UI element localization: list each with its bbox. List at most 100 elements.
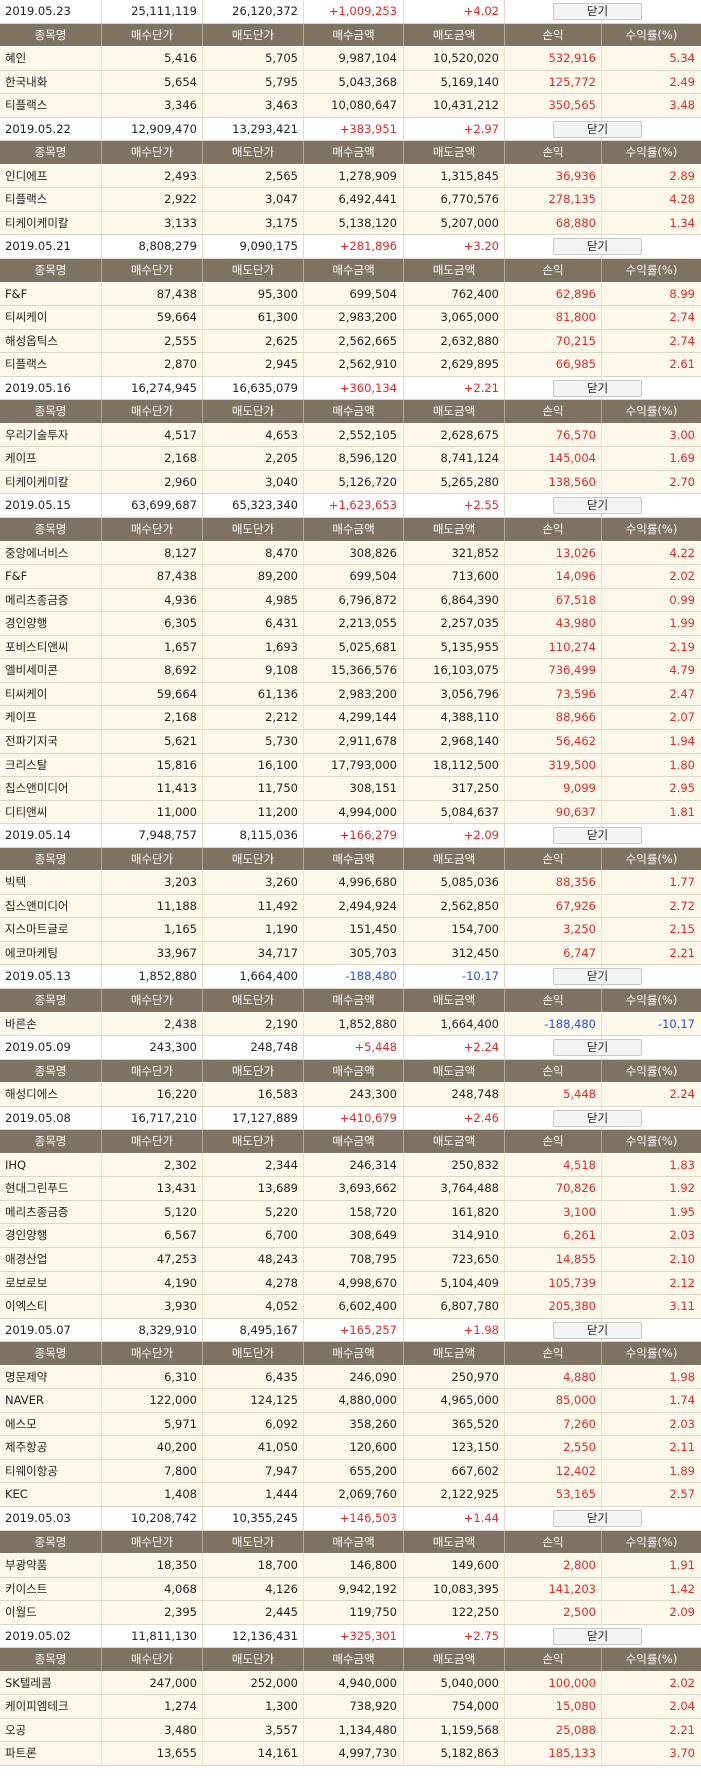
buy-price: 2,438 bbox=[102, 1012, 203, 1036]
close-button[interactable]: 닫기 bbox=[553, 238, 642, 256]
return-rate: 2.10 bbox=[669, 1251, 695, 1266]
stock-name: 혜인 bbox=[0, 47, 102, 70]
sell-amount: 2,562,850 bbox=[404, 894, 505, 918]
close-button[interactable]: 닫기 bbox=[553, 1321, 642, 1339]
stock-name: 티플랙스 bbox=[0, 94, 102, 117]
buy-amount: 2,983,200 bbox=[304, 306, 404, 329]
day-buy-total: 12,909,470 bbox=[102, 117, 203, 141]
buy-price: 1,657 bbox=[102, 635, 203, 659]
close-button[interactable]: 닫기 bbox=[553, 379, 642, 397]
day-buy-total: 16,274,945 bbox=[102, 376, 203, 400]
return-rate: 2.95 bbox=[669, 781, 695, 796]
sell-price: 11,200 bbox=[203, 800, 304, 824]
buy-price: 18,350 bbox=[102, 1554, 203, 1577]
close-button[interactable]: 닫기 bbox=[553, 1039, 642, 1057]
trade-date: 2019.05.22 bbox=[0, 117, 102, 141]
column-header-buy-amount: 매수금액 bbox=[304, 23, 404, 47]
column-header-stock-name: 종목명 bbox=[0, 23, 102, 47]
buy-amount: 4,299,144 bbox=[304, 706, 404, 729]
sell-price: 3,557 bbox=[203, 1718, 304, 1742]
column-header-profit-loss: 손익 bbox=[505, 988, 602, 1012]
close-button[interactable]: 닫기 bbox=[553, 1510, 642, 1527]
sell-amount: 5,084,637 bbox=[404, 800, 505, 824]
close-button[interactable]: 닫기 bbox=[553, 120, 642, 138]
close-button[interactable]: 닫기 bbox=[553, 3, 642, 20]
buy-price: 5,416 bbox=[102, 47, 203, 70]
buy-amount: 2,983,200 bbox=[304, 682, 404, 706]
day-sell-total: 10,355,245 bbox=[203, 1507, 304, 1530]
profit-loss: 66,985 bbox=[505, 353, 602, 376]
column-header-sell-amount: 매도금액 bbox=[404, 1059, 505, 1083]
profit-loss: 141,203 bbox=[505, 1577, 602, 1601]
column-header-buy-price: 매수단가 bbox=[102, 23, 203, 47]
sell-price: 2,212 bbox=[203, 706, 304, 729]
day-profit-loss: +410,679 bbox=[304, 1106, 404, 1130]
buy-price: 2,395 bbox=[102, 1601, 203, 1624]
trade-row: 해성디에스 16,220 16,583 243,300 248,748 5,448 2.24 bbox=[0, 1083, 701, 1107]
stock-name: 제주항공 bbox=[0, 1436, 102, 1459]
stock-name: 이엑스티 bbox=[0, 1295, 102, 1318]
buy-price: 2,493 bbox=[102, 164, 203, 188]
trade-row: F&F 87,438 95,300 699,504 762,400 62,896 8.99 bbox=[0, 282, 701, 307]
profit-loss: 73,596 bbox=[505, 682, 602, 706]
trade-row: 인디에프 2,493 2,565 1,278,909 1,315,845 36,936 2.… bbox=[0, 164, 701, 189]
profit-loss: 14,096 bbox=[505, 565, 602, 588]
column-header-sell-price: 매도단가 bbox=[203, 988, 304, 1012]
column-header-return-rate: 수익률(%) bbox=[625, 145, 678, 160]
column-header-profit-loss: 손익 bbox=[505, 518, 602, 541]
column-header-sell-price: 매도단가 bbox=[203, 141, 304, 164]
sell-price: 5,730 bbox=[203, 729, 304, 753]
buy-price: 11,000 bbox=[102, 800, 203, 824]
close-button[interactable]: 닫기 bbox=[553, 497, 642, 515]
return-rate: 2.57 bbox=[669, 1487, 695, 1502]
stock-name: 해성디에스 bbox=[0, 1083, 102, 1106]
day-summary-row: 2019.05.22 12,909,470 13,293,421 +383,951 +2… bbox=[0, 117, 701, 142]
buy-price: 33,967 bbox=[102, 941, 203, 965]
buy-amount: 246,314 bbox=[304, 1153, 404, 1177]
trade-row: 바른손 2,438 2,190 1,852,880 1,664,400 -188,480 -… bbox=[0, 1012, 701, 1037]
column-header-buy-amount: 매수금액 bbox=[304, 1530, 404, 1554]
profit-loss: 70,215 bbox=[505, 329, 602, 353]
column-header-stock-name: 종목명 bbox=[0, 259, 102, 282]
sell-price: 48,243 bbox=[203, 1247, 304, 1271]
sell-price: 4,653 bbox=[203, 423, 304, 447]
buy-amount: 655,200 bbox=[304, 1459, 404, 1483]
buy-price: 87,438 bbox=[102, 282, 203, 306]
column-header-row: 종목명 매수단가 매도단가 매수금액 매도금액 손익 수익률(%) bbox=[0, 518, 701, 542]
trade-row: SK텔레콤 247,000 252,000 4,940,000 5,040,000 100… bbox=[0, 1671, 701, 1696]
day-return-rate: -10.17 bbox=[404, 965, 505, 988]
sell-price: 18,700 bbox=[203, 1554, 304, 1577]
sell-amount: 2,632,880 bbox=[404, 329, 505, 353]
buy-price: 2,960 bbox=[102, 470, 203, 494]
column-header-return-rate: 수익률(%) bbox=[625, 1346, 678, 1361]
stock-name: IHQ bbox=[0, 1153, 102, 1177]
close-button[interactable]: 닫기 bbox=[553, 827, 642, 845]
trade-date: 2019.05.08 bbox=[0, 1106, 102, 1130]
stock-name: 메리츠종금증 bbox=[0, 588, 102, 612]
stock-name: 현대그린푸드 bbox=[0, 1177, 102, 1200]
column-header-buy-amount: 매수금액 bbox=[304, 847, 404, 871]
close-button[interactable]: 닫기 bbox=[553, 1627, 642, 1645]
profit-loss: 25,088 bbox=[505, 1718, 602, 1742]
trade-row: 티플랙스 3,346 3,463 10,080,647 10,431,212 350,56… bbox=[0, 94, 701, 118]
profit-loss: 145,004 bbox=[505, 447, 602, 470]
sell-price: 124,125 bbox=[203, 1389, 304, 1412]
buy-amount: 699,504 bbox=[304, 282, 404, 306]
sell-amount: 250,832 bbox=[404, 1153, 505, 1177]
return-rate: 1.98 bbox=[669, 1369, 695, 1384]
column-header-buy-price: 매수단가 bbox=[102, 1130, 203, 1153]
sell-amount: 1,664,400 bbox=[404, 1012, 505, 1036]
buy-amount: 2,494,924 bbox=[304, 894, 404, 918]
return-rate: 1.99 bbox=[669, 616, 695, 631]
day-section: 2019.05.07 8,329,910 8,495,167 +165,257 +1.9… bbox=[0, 1318, 701, 1507]
stock-name: 에스모 bbox=[0, 1412, 102, 1436]
stock-name: 티플랙스 bbox=[0, 188, 102, 211]
sell-amount: 3,056,796 bbox=[404, 682, 505, 706]
buy-amount: 5,138,120 bbox=[304, 211, 404, 235]
close-button[interactable]: 닫기 bbox=[553, 1109, 642, 1127]
return-rate: 2.74 bbox=[669, 310, 695, 325]
profit-loss: 2,550 bbox=[505, 1436, 602, 1459]
buy-price: 3,346 bbox=[102, 94, 203, 117]
close-button[interactable]: 닫기 bbox=[553, 968, 642, 986]
day-section: 2019.05.23 25,111,119 26,120,372 +1,009,253… bbox=[0, 0, 701, 118]
